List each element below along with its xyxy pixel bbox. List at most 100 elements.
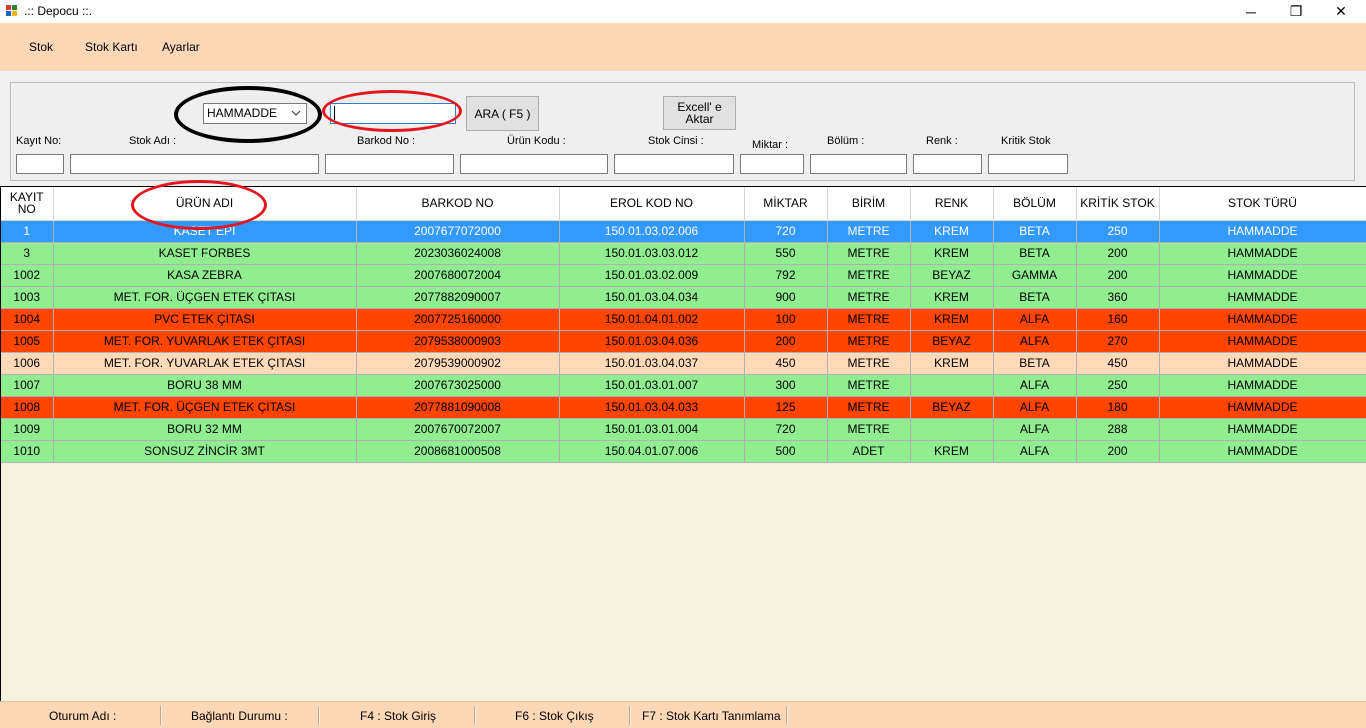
cell-kayit-no[interactable]: 1004 bbox=[1, 308, 54, 331]
column-header-kritik-stok[interactable]: KRİTİK STOK bbox=[1076, 187, 1160, 221]
cell-kayit-no[interactable]: 1 bbox=[1, 220, 54, 243]
cell-bolum[interactable]: BETA bbox=[993, 352, 1077, 375]
cell-urun-adi[interactable]: MET. FOR. ÜÇGEN ETEK ÇITASI bbox=[53, 286, 357, 309]
cell-stok-turu[interactable]: HAMMADDE bbox=[1159, 330, 1366, 353]
cell-kayit-no[interactable]: 1006 bbox=[1, 352, 54, 375]
cell-kayit-no[interactable]: 1002 bbox=[1, 264, 54, 287]
cell-kritik-stok[interactable]: 180 bbox=[1076, 396, 1160, 419]
cell-erol-kod-no[interactable]: 150.01.03.01.004 bbox=[559, 418, 745, 441]
cell-urun-adi[interactable]: MET. FOR. ÜÇGEN ETEK ÇITASI bbox=[53, 396, 357, 419]
cell-kritik-stok[interactable]: 200 bbox=[1076, 242, 1160, 265]
status-f6-stok-cikis[interactable]: F6 : Stok Çıkış bbox=[515, 709, 594, 723]
table-row[interactable]: 3 KASET FORBES 2023036024008 150.01.03.03.0… bbox=[1, 242, 1366, 265]
kayit-no-field[interactable] bbox=[16, 154, 64, 174]
cell-birim[interactable]: METRE bbox=[827, 374, 911, 397]
cell-urun-adi[interactable]: MET. FOR. YUVARLAK ETEK ÇITASI bbox=[53, 352, 357, 375]
cell-kayit-no[interactable]: 1009 bbox=[1, 418, 54, 441]
cell-kritik-stok[interactable]: 270 bbox=[1076, 330, 1160, 353]
cell-barkod-no[interactable]: 2007670072007 bbox=[356, 418, 560, 441]
cell-birim[interactable]: METRE bbox=[827, 308, 911, 331]
cell-stok-turu[interactable]: HAMMADDE bbox=[1159, 396, 1366, 419]
cell-renk[interactable] bbox=[910, 374, 994, 397]
cell-urun-adi[interactable]: KASA ZEBRA bbox=[53, 264, 357, 287]
column-header-miktar[interactable]: MİKTAR bbox=[744, 187, 828, 221]
cell-bolum[interactable]: ALFA bbox=[993, 374, 1077, 397]
urun-kodu-field[interactable] bbox=[460, 154, 608, 174]
cell-stok-turu[interactable]: HAMMADDE bbox=[1159, 286, 1366, 309]
stok-cinsi-field[interactable] bbox=[614, 154, 734, 174]
cell-barkod-no[interactable]: 2079538000903 bbox=[356, 330, 560, 353]
cell-stok-turu[interactable]: HAMMADDE bbox=[1159, 308, 1366, 331]
cell-miktar[interactable]: 125 bbox=[744, 396, 828, 419]
barkod-no-field[interactable] bbox=[325, 154, 454, 174]
cell-kayit-no[interactable]: 1008 bbox=[1, 396, 54, 419]
cell-miktar[interactable]: 200 bbox=[744, 330, 828, 353]
cell-stok-turu[interactable]: HAMMADDE bbox=[1159, 220, 1366, 243]
column-header-bolum[interactable]: BÖLÜM bbox=[993, 187, 1077, 221]
cell-barkod-no[interactable]: 2079539000902 bbox=[356, 352, 560, 375]
cell-bolum[interactable]: ALFA bbox=[993, 396, 1077, 419]
cell-urun-adi[interactable]: BORU 38 MM bbox=[53, 374, 357, 397]
cell-urun-adi[interactable]: KASET EPI bbox=[53, 220, 357, 243]
cell-stok-turu[interactable]: HAMMADDE bbox=[1159, 418, 1366, 441]
table-row[interactable]: 1009 BORU 32 MM 2007670072007 150.01.03.01.… bbox=[1, 418, 1366, 441]
cell-bolum[interactable]: BETA bbox=[993, 286, 1077, 309]
search-button[interactable]: ARA ( F5 ) bbox=[466, 96, 539, 131]
column-header-birim[interactable]: BİRİM bbox=[827, 187, 911, 221]
cell-birim[interactable]: ADET bbox=[827, 440, 911, 463]
stok-adi-field[interactable] bbox=[70, 154, 319, 174]
cell-bolum[interactable]: BETA bbox=[993, 220, 1077, 243]
cell-stok-turu[interactable]: HAMMADDE bbox=[1159, 264, 1366, 287]
cell-barkod-no[interactable]: 2007673025000 bbox=[356, 374, 560, 397]
table-row[interactable]: 1005 MET. FOR. YUVARLAK ETEK ÇITASI 207953… bbox=[1, 330, 1366, 353]
cell-stok-turu[interactable]: HAMMADDE bbox=[1159, 374, 1366, 397]
cell-stok-turu[interactable]: HAMMADDE bbox=[1159, 352, 1366, 375]
column-header-renk[interactable]: RENK bbox=[910, 187, 994, 221]
miktar-field[interactable] bbox=[740, 154, 804, 174]
restore-icon[interactable]: ❐ bbox=[1273, 0, 1319, 23]
cell-kritik-stok[interactable]: 200 bbox=[1076, 264, 1160, 287]
column-header-kayit-no[interactable]: KAYIT NO bbox=[1, 187, 54, 221]
cell-miktar[interactable]: 720 bbox=[744, 220, 828, 243]
cell-kayit-no[interactable]: 1010 bbox=[1, 440, 54, 463]
cell-barkod-no[interactable]: 2023036024008 bbox=[356, 242, 560, 265]
table-row[interactable]: 1007 BORU 38 MM 2007673025000 150.01.03.01.… bbox=[1, 374, 1366, 397]
cell-birim[interactable]: METRE bbox=[827, 352, 911, 375]
cell-erol-kod-no[interactable]: 150.01.03.04.034 bbox=[559, 286, 745, 309]
cell-bolum[interactable]: ALFA bbox=[993, 440, 1077, 463]
cell-kritik-stok[interactable]: 250 bbox=[1076, 374, 1160, 397]
table-row[interactable]: 1006 MET. FOR. YUVARLAK ETEK ÇITASI 207953… bbox=[1, 352, 1366, 375]
cell-birim[interactable]: METRE bbox=[827, 330, 911, 353]
table-row[interactable]: 1003 MET. FOR. ÜÇGEN ETEK ÇITASI 207788209… bbox=[1, 286, 1366, 309]
status-f4-stok-giris[interactable]: F4 : Stok Giriş bbox=[360, 709, 436, 723]
menu-ayarlar[interactable]: Ayarlar bbox=[162, 40, 200, 54]
cell-miktar[interactable]: 900 bbox=[744, 286, 828, 309]
cell-kritik-stok[interactable]: 200 bbox=[1076, 440, 1160, 463]
cell-renk[interactable]: KREM bbox=[910, 440, 994, 463]
cell-miktar[interactable]: 550 bbox=[744, 242, 828, 265]
cell-renk[interactable]: KREM bbox=[910, 220, 994, 243]
cell-birim[interactable]: METRE bbox=[827, 220, 911, 243]
cell-erol-kod-no[interactable]: 150.01.03.01.007 bbox=[559, 374, 745, 397]
cell-kritik-stok[interactable]: 250 bbox=[1076, 220, 1160, 243]
cell-kritik-stok[interactable]: 288 bbox=[1076, 418, 1160, 441]
cell-barkod-no[interactable]: 2007725160000 bbox=[356, 308, 560, 331]
stock-grid[interactable]: KAYIT NO ÜRÜN ADI BARKOD NO EROL KOD NO … bbox=[0, 186, 1366, 701]
cell-birim[interactable]: METRE bbox=[827, 264, 911, 287]
cell-renk[interactable]: KREM bbox=[910, 352, 994, 375]
cell-bolum[interactable]: BETA bbox=[993, 242, 1077, 265]
renk-field[interactable] bbox=[913, 154, 982, 174]
close-icon[interactable]: ✕ bbox=[1318, 0, 1364, 23]
cell-barkod-no[interactable]: 2077881090008 bbox=[356, 396, 560, 419]
menu-stok[interactable]: Stok bbox=[29, 40, 53, 54]
cell-urun-adi[interactable]: KASET FORBES bbox=[53, 242, 357, 265]
table-row[interactable]: 1 KASET EPI 2007677072000 150.01.03.02.006 7… bbox=[1, 220, 1366, 243]
cell-renk[interactable]: KREM bbox=[910, 242, 994, 265]
cell-kayit-no[interactable]: 1005 bbox=[1, 330, 54, 353]
cell-miktar[interactable]: 792 bbox=[744, 264, 828, 287]
column-header-stok-turu[interactable]: STOK TÜRÜ bbox=[1159, 187, 1366, 221]
cell-miktar[interactable]: 720 bbox=[744, 418, 828, 441]
cell-barkod-no[interactable]: 2007677072000 bbox=[356, 220, 560, 243]
table-row[interactable]: 1010 SONSUZ ZİNCİR 3MT 2008681000508 150.04… bbox=[1, 440, 1366, 463]
cell-barkod-no[interactable]: 2008681000508 bbox=[356, 440, 560, 463]
